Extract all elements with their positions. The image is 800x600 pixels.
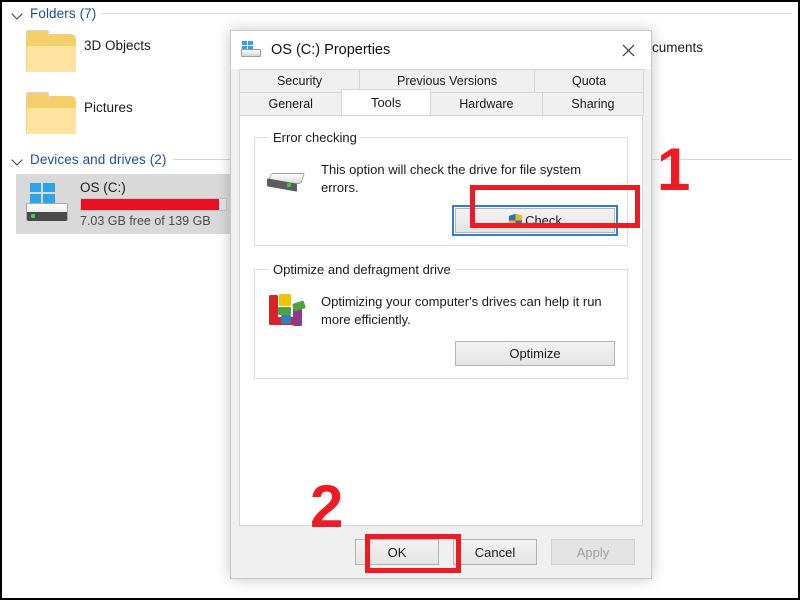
screenshot-root: Folders (7) 3D Objects Pictures cuments … [0, 0, 800, 600]
annotation-step-1: 1 [657, 136, 691, 203]
error-checking-legend: Error checking [273, 130, 357, 145]
disk-drive-icon [266, 165, 307, 195]
tab-hardware[interactable]: Hardware [429, 92, 543, 115]
drive-properties-icon [241, 41, 263, 59]
drive-free-space-label: 7.03 GB free of 139 GB [80, 214, 211, 228]
drive-name-label: OS (C:) [80, 180, 126, 195]
tab-row-top: Security Previous Versions Quota [239, 69, 644, 92]
dialog-titlebar[interactable]: OS (C:) Properties [231, 31, 651, 69]
defragment-blocks-icon [267, 291, 307, 329]
apply-button: Apply [551, 539, 635, 565]
tab-quota[interactable]: Quota [534, 69, 644, 92]
folder-pictures-icon [24, 92, 80, 138]
tools-tab-panel: Error checking This option will check th… [239, 115, 643, 526]
group-header-label: Devices and drives (2) [30, 152, 167, 167]
dialog-title: OS (C:) Properties [271, 42, 391, 58]
list-item-label: 3D Objects [84, 38, 151, 53]
apply-button-label: Apply [576, 544, 610, 560]
list-item[interactable]: Pictures [24, 92, 133, 138]
optimize-button-label: Optimize [509, 346, 561, 362]
tab-row-bottom: General Tools Hardware Sharing [239, 89, 644, 115]
capacity-bar-fill [81, 199, 219, 210]
group-header-label: Folders (7) [30, 6, 97, 21]
chevron-down-icon [12, 8, 24, 20]
cancel-button[interactable]: Cancel [453, 539, 537, 565]
optimize-description: Optimizing your computer's drives can he… [321, 294, 602, 327]
cancel-button-label: Cancel [474, 544, 516, 560]
optimize-legend: Optimize and defragment drive [273, 262, 451, 278]
hard-drive-windows-icon [22, 181, 74, 227]
tab-general[interactable]: General [239, 92, 343, 115]
group-header-folders[interactable]: Folders (7) [12, 6, 792, 21]
list-item-label: Pictures [84, 100, 133, 115]
annotation-step-2: 2 [310, 473, 344, 540]
list-item-os-drive[interactable]: OS (C:) 7.03 GB free of 139 GB [16, 174, 230, 234]
annotation-box-check [470, 185, 640, 228]
dialog-tabstrip: Security Previous Versions Quota General… [231, 69, 651, 115]
close-icon[interactable] [606, 31, 651, 69]
tab-tools[interactable]: Tools [341, 89, 431, 115]
folder-3d-objects-icon [24, 30, 80, 76]
list-item[interactable]: 3D Objects [24, 30, 151, 76]
properties-dialog: OS (C:) Properties Security Previous Ver… [230, 30, 652, 579]
chevron-down-icon [12, 154, 24, 166]
optimize-group: Optimize and defragment drive Optimizing… [254, 262, 628, 380]
group-divider [102, 13, 792, 14]
tab-sharing[interactable]: Sharing [541, 92, 644, 115]
documents-partial-label: cuments [652, 40, 704, 55]
optimize-button[interactable]: Optimize [455, 341, 615, 367]
capacity-bar [80, 198, 227, 211]
annotation-box-ok [365, 534, 461, 573]
